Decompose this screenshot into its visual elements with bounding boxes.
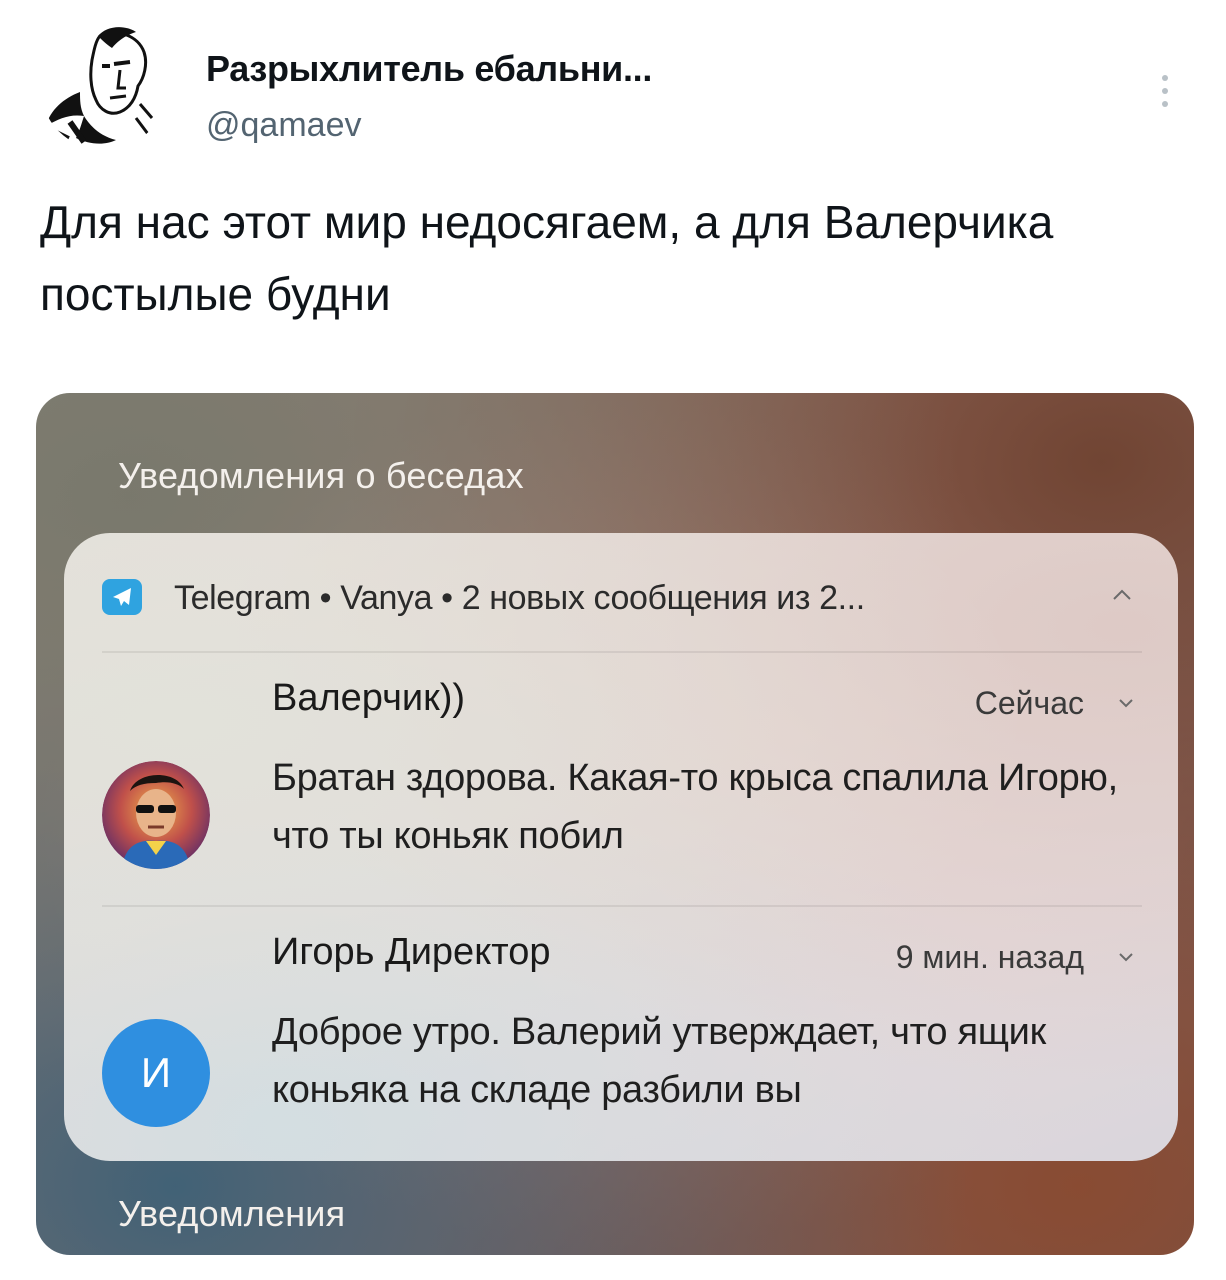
author-handle[interactable]: @qamaev	[206, 106, 361, 145]
notification-card[interactable]: Telegram • Vanya • 2 новых сообщения из …	[64, 533, 1178, 1161]
divider	[102, 905, 1142, 907]
message-time: 9 мин. назад	[895, 939, 1084, 975]
section-title-bottom: Уведомления	[118, 1193, 346, 1234]
author-avatar[interactable]	[40, 22, 168, 150]
chevron-down-icon[interactable]	[1112, 943, 1140, 971]
message-text: Доброе утро. Валерий утверждает, что ящи…	[272, 1011, 1046, 1111]
message-time: Сейчас	[974, 685, 1084, 721]
more-dots-icon[interactable]	[1150, 56, 1180, 126]
avatar	[102, 761, 210, 869]
section-title: Уведомления о беседах	[118, 455, 524, 496]
message-text: Братан здорова. Какая-то крыса спалила И…	[272, 757, 1118, 857]
message-sender: Игорь Директор	[272, 931, 551, 973]
attached-image[interactable]: Уведомления о беседах Telegram • Vanya •…	[36, 393, 1194, 1255]
message-item[interactable]: Валерчик)) Сейчас Братан здорова. Какая-…	[102, 677, 1142, 887]
message-sender: Валерчик))	[272, 677, 466, 719]
app-summary: Telegram • Vanya • 2 новых сообщения из …	[174, 579, 865, 617]
tweet-header: Разрыхлитель ебальни... @qamaev	[40, 22, 1190, 162]
chevron-down-icon[interactable]	[1112, 689, 1140, 717]
telegram-icon	[102, 579, 142, 615]
message-item[interactable]: И Игорь Директор 9 мин. назад Доброе утр…	[102, 931, 1142, 1141]
notification-app-row: Telegram • Vanya • 2 новых сообщения из …	[102, 575, 1142, 621]
divider	[102, 651, 1142, 653]
author-name[interactable]: Разрыхлитель ебальни...	[206, 48, 652, 90]
tweet-text: Для нас этот мир недосягаем, а для Валер…	[40, 196, 1054, 320]
chevron-up-icon[interactable]	[1102, 575, 1142, 615]
avatar: И	[102, 1019, 210, 1127]
